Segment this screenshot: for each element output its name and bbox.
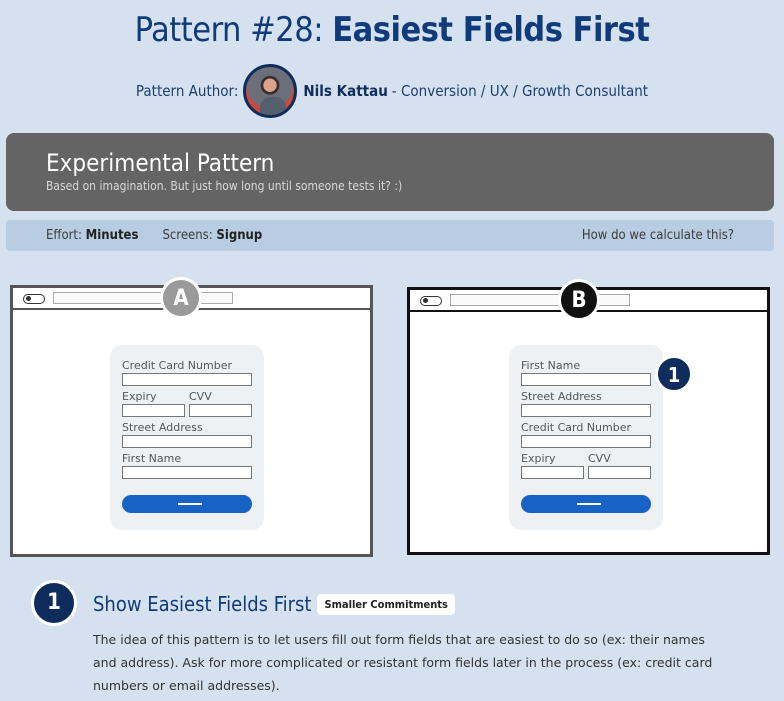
form-label: Expiry <box>122 390 157 403</box>
expiry-field <box>521 466 584 479</box>
experimental-title: Experimental Pattern <box>46 149 275 177</box>
callout-marker: 1 <box>655 355 693 393</box>
form-label: CVV <box>588 452 611 465</box>
first-name-field <box>521 373 651 386</box>
submit-button-sketch <box>521 495 651 513</box>
how-calculate-link[interactable]: How do we calculate this? <box>582 228 734 243</box>
page-title: Pattern #28: Easiest Fields First <box>0 10 784 50</box>
expiry-cvv-row: Expiry CVV <box>521 448 651 479</box>
expiry-field <box>122 404 185 417</box>
first-name-field <box>122 466 252 479</box>
submit-button-sketch <box>122 495 252 513</box>
variant-a-form: Credit Card Number Expiry CVV Street Add… <box>110 345 264 530</box>
street-address-field <box>521 404 651 417</box>
street-address-field <box>122 435 252 448</box>
point-number: 1 <box>31 580 77 626</box>
effort-value: Minutes <box>85 228 139 243</box>
effort-label: Effort: <box>46 228 82 243</box>
form-label: Street Address <box>122 421 203 434</box>
variant-b-form: First Name Street Address Credit Card Nu… <box>509 345 663 530</box>
variant-b-badge: B <box>558 279 600 321</box>
form-label: Street Address <box>521 390 602 403</box>
author-row: Pattern Author: Nils Kattau - Conversion… <box>0 64 784 118</box>
author-name-link[interactable]: Nils Kattau <box>303 82 387 100</box>
cvv-field <box>189 404 252 417</box>
screens-value: Signup <box>216 228 263 243</box>
point-title: Show Easiest Fields First <box>93 592 312 616</box>
form-label: CVV <box>189 390 212 403</box>
principle-tag[interactable]: Smaller Commitments <box>317 593 455 615</box>
author-role: - Conversion / UX / Growth Consultant <box>391 82 649 100</box>
point-description: The idea of this pattern is to let users… <box>93 632 713 693</box>
url-bar <box>53 292 233 304</box>
browser-controls-icon <box>420 296 442 306</box>
screens-label: Screens: <box>162 228 213 243</box>
pattern-name: Easiest Fields First <box>332 10 650 50</box>
form-label: First Name <box>521 359 581 372</box>
point-heading: Show Easiest Fields First Smaller Commit… <box>93 592 455 616</box>
experimental-subtitle: Based on imagination. But just how long … <box>46 179 403 193</box>
author-label: Pattern Author: <box>135 82 239 100</box>
browser-controls-icon <box>23 294 45 304</box>
form-label: First Name <box>122 452 182 465</box>
url-bar <box>450 294 630 306</box>
info-bar: Effort: Minutes Screens: Signup How do w… <box>6 220 774 251</box>
pattern-prefix: Pattern #28: <box>134 10 324 50</box>
form-label: Credit Card Number <box>122 359 232 372</box>
form-label: Credit Card Number <box>521 421 631 434</box>
experimental-banner: Experimental Pattern Based on imaginatio… <box>6 133 774 211</box>
variant-a-badge: A <box>160 277 202 319</box>
credit-card-field <box>122 373 252 386</box>
form-label: Expiry <box>521 452 556 465</box>
cvv-field <box>588 466 651 479</box>
screens-info: Screens: Signup <box>162 228 262 243</box>
effort-info: Effort: Minutes <box>46 228 138 243</box>
avatar <box>243 64 298 118</box>
credit-card-field <box>521 435 651 448</box>
expiry-cvv-row: Expiry CVV <box>122 386 252 417</box>
